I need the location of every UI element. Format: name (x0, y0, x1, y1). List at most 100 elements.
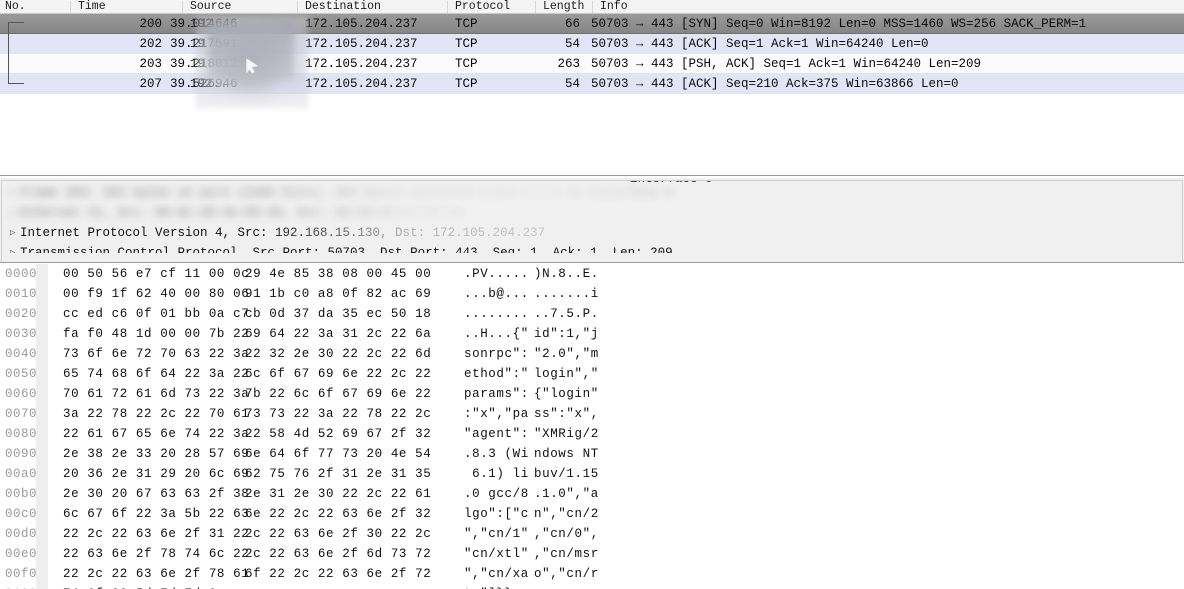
table-row[interactable]: 202 39.217591 19 172.105.204.237 TCP 54 … (0, 34, 1184, 54)
detail-row-ipv4[interactable]: ▷ Internet Protocol Version 4, Src: 192.1… (2, 223, 1182, 243)
hex-row[interactable]: 00c0 6c 67 6f 22 3a 5b 22 63 6e 22 2c 22… (0, 504, 1184, 524)
cell-destination: 172.105.204.237 (305, 77, 418, 91)
chevron-right-icon[interactable]: ▷ (10, 243, 20, 253)
hex-bytes-left: 74 6f 22 5d 7d 7d 0a (63, 584, 225, 589)
table-row[interactable]: 203 39.218012 19 172.105.204.237 TCP 263… (0, 54, 1184, 74)
hex-row[interactable]: 0020 cc ed c6 0f 01 bb 0a c7 cb 0d 37 da… (0, 304, 1184, 324)
cell-info: 50703 → 443 [SYN] Seq=0 Win=8192 Len=0 M… (591, 17, 1087, 31)
hex-ascii-left: .PV..... (464, 267, 529, 281)
hex-bytes-right: 6f 22 2c 22 63 6e 2f 72 (245, 567, 432, 581)
detail-row-frame[interactable]: ▷ Frame 203: 263 bytes on wire (2104 bits… (2, 183, 1182, 203)
hex-ascii-right: .1.0","a (534, 487, 599, 501)
hex-ascii-right: id":1,"j (534, 327, 599, 341)
hex-bytes-left: 73 6f 6e 72 70 63 22 3a (63, 347, 250, 361)
hex-row[interactable]: 0060 70 61 72 61 6d 73 22 3a 7b 22 6c 6f… (0, 384, 1184, 404)
hex-bytes-right: 73 73 22 3a 22 78 22 2c (245, 407, 432, 421)
hex-ascii-left: "agent": (464, 427, 529, 441)
hex-ascii-left: params": (464, 387, 529, 401)
hex-ascii-right: n","cn/2 (534, 507, 599, 521)
hex-row[interactable]: 00d0 22 2c 22 63 6e 2f 31 22 2c 22 63 6e… (0, 524, 1184, 544)
cell-destination: 172.105.204.237 (305, 57, 418, 71)
column-header-no[interactable]: No. (5, 0, 26, 14)
detail-row-ethernet[interactable]: ▷ Ethernet II, Src: 00:0c:29:4e:85:38, Ds… (2, 203, 1182, 223)
hex-ascii-right: .......i (534, 287, 599, 301)
hex-bytes-left: 22 63 6e 2f 78 74 6c 22 (63, 547, 250, 561)
detail-row-tcp[interactable]: ▷ Transmission Control Protocol, Src Port… (2, 243, 1182, 253)
chevron-right-icon[interactable]: ▷ (10, 183, 20, 203)
column-divider[interactable] (447, 1, 448, 13)
hex-row[interactable]: 0050 65 74 68 6f 64 22 3a 22 6c 6f 67 69… (0, 364, 1184, 384)
hex-bytes-right: 91 1b c0 a8 0f 82 ac 69 (245, 287, 432, 301)
hex-offset: 00c0 (5, 507, 38, 521)
hex-row[interactable]: 0090 2e 38 2e 33 20 28 57 69 6e 64 6f 77… (0, 444, 1184, 464)
column-header-source[interactable]: Source (190, 0, 231, 14)
hex-bytes-right: 62 75 76 2f 31 2e 31 35 (245, 467, 432, 481)
hex-ascii-left: ","cn/1" (464, 527, 529, 541)
cell-info: 50703 → 443 [ACK] Seq=1 Ack=1 Win=64240 … (591, 37, 929, 51)
packet-bytes-pane[interactable]: 0000 00 50 56 e7 cf 11 00 0c 29 4e 85 38… (0, 264, 1184, 589)
hex-offset: 00d0 (5, 527, 38, 541)
hex-row[interactable]: 00f0 22 2c 22 63 6e 2f 78 61 6f 22 2c 22… (0, 564, 1184, 584)
cell-source: 192 . (190, 17, 228, 31)
column-divider[interactable] (592, 1, 593, 13)
packet-list-pane[interactable]: No. Time Source Destination Protocol Len… (0, 0, 1184, 176)
hex-bytes-right: 2c 22 63 6e 2f 30 22 2c (245, 527, 432, 541)
hex-ascii-right: ..7.5.P. (534, 307, 599, 321)
cell-length: 263 (557, 57, 580, 71)
column-header-length[interactable]: Length (543, 0, 584, 14)
hex-bytes-right: 69 64 22 3a 31 2c 22 6a (245, 327, 432, 341)
cell-length: 54 (564, 37, 580, 51)
column-divider[interactable] (297, 1, 298, 13)
hex-row[interactable]: 0080 22 61 67 65 6e 74 22 3a 22 58 4d 52… (0, 424, 1184, 444)
packet-list-column-headers[interactable]: No. Time Source Destination Protocol Len… (0, 0, 1184, 14)
cell-destination: 172.105.204.237 (305, 17, 418, 31)
hex-row[interactable]: 0010 00 f9 1f 62 40 00 80 06 91 1b c0 a8… (0, 284, 1184, 304)
hex-bytes-left: 2e 38 2e 33 20 28 57 69 (63, 447, 250, 461)
hex-ascii-left: :"x","pa (464, 407, 529, 421)
hex-ascii-right: ndows NT (534, 447, 599, 461)
hex-ascii-left: ethod":" (464, 367, 529, 381)
hex-offset: 0070 (5, 407, 38, 421)
hex-row[interactable]: 0100 74 6f 22 5d 7d 7d 0a to"]}}. (0, 584, 1184, 589)
hex-ascii-right: buv/1.15 (534, 467, 599, 481)
column-header-protocol[interactable]: Protocol (455, 0, 510, 14)
hex-ascii-left: ","cn/xa (464, 567, 529, 581)
hex-bytes-right: 7b 22 6c 6f 67 69 6e 22 (245, 387, 432, 401)
hex-row[interactable]: 0070 3a 22 78 22 2c 22 70 61 73 73 22 3a… (0, 404, 1184, 424)
column-divider[interactable] (535, 1, 536, 13)
cell-info: 50703 → 443 [ACK] Seq=210 Ack=375 Win=63… (591, 77, 959, 91)
hex-bytes-right: 2e 31 2e 30 22 2c 22 61 (245, 487, 432, 501)
hex-bytes-left: 3a 22 78 22 2c 22 70 61 (63, 407, 250, 421)
cell-info: 50703 → 443 [PSH, ACK] Seq=1 Ack=1 Win=6… (591, 57, 982, 71)
column-header-destination[interactable]: Destination (305, 0, 381, 14)
hex-ascii-right: login"," (534, 367, 599, 381)
hex-bytes-left: 22 2c 22 63 6e 2f 31 22 (63, 527, 250, 541)
column-divider[interactable] (182, 1, 183, 13)
hex-row[interactable]: 0040 73 6f 6e 72 70 63 22 3a 22 32 2e 30… (0, 344, 1184, 364)
packet-details-pane[interactable]: ▷ Frame 203: 263 bytes on wire (2104 bits… (0, 177, 1184, 263)
hex-bytes-left: 70 61 72 61 6d 73 22 3a (63, 387, 250, 401)
table-row[interactable]: 207 39.526946 192.. 172.105.204.237 TCP … (0, 74, 1184, 94)
hex-row[interactable]: 00b0 2e 30 20 67 63 63 2f 38 2e 31 2e 30… (0, 484, 1184, 504)
hex-row[interactable]: 0000 00 50 56 e7 cf 11 00 0c 29 4e 85 38… (0, 264, 1184, 284)
cell-no: 203 (139, 57, 162, 71)
hex-row[interactable]: 0030 fa f0 48 1d 00 00 7b 22 69 64 22 3a… (0, 324, 1184, 344)
hex-offset: 0000 (5, 267, 38, 281)
hex-offset: 0020 (5, 307, 38, 321)
column-header-info[interactable]: Info (600, 0, 628, 14)
hex-bytes-right: 6c 6f 67 69 6e 22 2c 22 (245, 367, 432, 381)
hex-offset: 0100 (5, 584, 37, 589)
chevron-right-icon[interactable]: ▷ (10, 223, 20, 243)
hex-ascii-left: ........ (464, 307, 529, 321)
hex-bytes-left: 22 61 67 65 6e 74 22 3a (63, 427, 250, 441)
hex-row[interactable]: 00a0 20 36 2e 31 29 20 6c 69 62 75 76 2f… (0, 464, 1184, 484)
column-header-time[interactable]: Time (78, 0, 106, 14)
packet-details-tree[interactable]: ▷ Frame 203: 263 bytes on wire (2104 bits… (1, 180, 1183, 262)
hex-bytes-right: 6e 22 2c 22 63 6e 2f 32 (245, 507, 432, 521)
chevron-right-icon[interactable]: ▷ (10, 203, 20, 223)
table-row[interactable]: 200 39.014646 192 . 172.105.204.237 TCP … (0, 14, 1184, 34)
column-divider[interactable] (70, 1, 71, 13)
hex-bytes-right: 29 4e 85 38 08 00 45 00 (245, 267, 432, 281)
hex-row[interactable]: 00e0 22 63 6e 2f 78 74 6c 22 2c 22 63 6e… (0, 544, 1184, 564)
hex-ascii-left: sonrpc": (464, 347, 529, 361)
